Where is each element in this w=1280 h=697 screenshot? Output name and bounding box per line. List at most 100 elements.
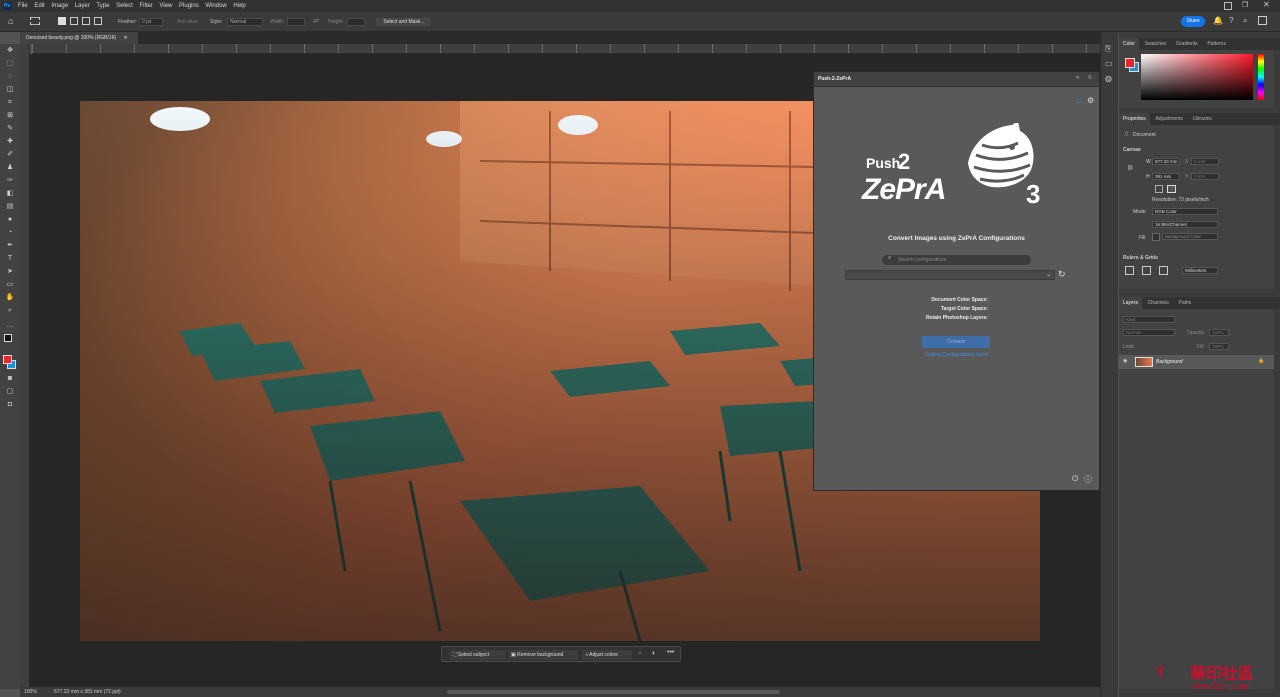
layer-kind-filter[interactable]: Kind — [1123, 316, 1175, 323]
layer-name[interactable]: Background — [1156, 359, 1183, 365]
canvas-section-header[interactable]: Canvas — [1123, 147, 1141, 153]
contrast-icon[interactable]: ◐ — [652, 650, 656, 657]
feather-input[interactable]: 0 px — [139, 18, 163, 26]
tab-libraries[interactable]: Libraries — [1189, 113, 1216, 125]
x-field[interactable]: 0 mm — [1191, 158, 1219, 165]
menu-select[interactable]: Select — [116, 0, 133, 12]
add-selection-icon[interactable] — [70, 17, 78, 25]
guides-icon[interactable] — [1159, 266, 1168, 275]
layer-row[interactable]: ◉ Background 🔒 — [1119, 355, 1274, 369]
search-configurations-input[interactable]: ⌕ Search configurations — [882, 255, 1031, 265]
bit-depth-select[interactable]: 16 Bits/Channel — [1152, 221, 1218, 228]
antialias-checkbox[interactable]: Anti-alias — [177, 19, 198, 25]
color-field[interactable] — [1141, 54, 1253, 100]
y-field[interactable]: 0 mm — [1191, 173, 1219, 180]
adjust-colors-button[interactable]: ◑ Adjust colors — [582, 650, 632, 660]
rectangle-tool-icon[interactable]: ▭ — [5, 280, 15, 290]
pen-tool-icon[interactable]: ✒ — [5, 241, 15, 251]
more-tools-icon[interactable]: … — [5, 321, 15, 331]
select-and-mask-button[interactable]: Select and Mask... — [376, 18, 430, 26]
select-subject-button[interactable]: ⛶ Select subject — [450, 650, 506, 660]
default-colors-icon[interactable] — [4, 334, 12, 342]
hand-tool-icon[interactable]: ✋ — [5, 293, 15, 303]
home-icon[interactable]: ⌂ — [8, 16, 13, 26]
style-select[interactable]: Normal — [227, 18, 263, 26]
hue-slider[interactable] — [1258, 54, 1264, 100]
height-input[interactable] — [347, 18, 365, 26]
fill-swatch[interactable] — [1152, 233, 1160, 241]
eraser-tool-icon[interactable]: ◧ — [5, 189, 15, 199]
zoom-level[interactable]: 100% — [24, 687, 37, 697]
collapse-icon[interactable]: » — [1076, 75, 1079, 81]
tab-gradients[interactable]: Gradients — [1172, 38, 1202, 50]
restore-icon[interactable]: ❐ — [1242, 1, 1248, 9]
portrait-orientation-icon[interactable] — [1155, 185, 1163, 193]
horizontal-scrollbar[interactable] — [447, 690, 780, 694]
color-foreground-swatch[interactable] — [1125, 58, 1135, 68]
rulers-grids-header[interactable]: Rulers & Grids — [1123, 255, 1158, 261]
power-icon[interactable]: ⏻ — [1072, 474, 1078, 484]
tab-layers[interactable]: Layers — [1119, 297, 1143, 309]
bell-icon[interactable]: 🔔 — [1213, 16, 1223, 25]
crop-tool-icon[interactable]: ⌗ — [5, 98, 15, 108]
convert-button[interactable]: Convert — [922, 336, 990, 348]
history-icon[interactable]: ⎘ — [1105, 44, 1111, 54]
history-brush-icon[interactable]: ✑ — [5, 176, 15, 186]
document-size-info[interactable]: 677.33 mm x 381 mm (72 ppi) — [54, 687, 121, 697]
marquee-icon[interactable] — [30, 17, 40, 25]
intersect-selection-icon[interactable] — [94, 17, 102, 25]
menu-image[interactable]: Image — [51, 0, 68, 12]
blend-mode-select[interactable]: Normal — [1123, 329, 1175, 336]
plugin-panel-icon[interactable]: ◍ — [1105, 74, 1112, 83]
home-icon[interactable]: ⌂ — [1076, 96, 1081, 105]
height-field[interactable]: 381 mm — [1152, 173, 1180, 180]
refresh-icon[interactable]: ↻ — [1058, 269, 1066, 280]
menu-layer[interactable]: Layer — [75, 0, 90, 12]
foreground-color-swatch[interactable] — [3, 355, 12, 364]
minimize-button[interactable] — [1224, 2, 1232, 10]
grid-icon[interactable] — [1142, 266, 1151, 275]
workspace-icon[interactable] — [1258, 16, 1267, 25]
fill-select[interactable]: Background Color — [1162, 233, 1218, 240]
wand-icon[interactable]: ⌕ — [638, 650, 642, 658]
artboard-icon[interactable]: ◘ — [5, 400, 15, 410]
tab-paths[interactable]: Paths — [1175, 297, 1196, 309]
visibility-eye-icon[interactable]: ◉ — [1123, 358, 1127, 364]
document-tab[interactable]: Denoised beauty.png @ 100% (RGB/16) ✕ — [20, 32, 138, 44]
dodge-tool-icon[interactable]: ◔ — [5, 228, 15, 238]
menu-filter[interactable]: Filter — [139, 0, 152, 12]
configuration-dropdown[interactable]: ⌄ — [845, 270, 1055, 280]
object-selection-icon[interactable]: ◫ — [5, 85, 15, 95]
blur-tool-icon[interactable]: ● — [5, 215, 15, 225]
stamp-tool-icon[interactable]: ♟ — [5, 163, 15, 173]
menu-view[interactable]: View — [159, 0, 172, 12]
menu-edit[interactable]: Edit — [34, 0, 44, 12]
units-select[interactable]: Millimeters — [1182, 267, 1218, 274]
comments-icon[interactable]: ▭ — [1105, 59, 1113, 68]
tab-patterns[interactable]: Patterns — [1203, 38, 1230, 50]
path-selection-icon[interactable]: ➤ — [5, 267, 15, 277]
tab-close-icon[interactable]: ✕ — [123, 35, 127, 41]
swap-icon[interactable]: ⇄ — [313, 17, 319, 25]
quick-mask-icon[interactable]: ◙ — [5, 374, 15, 384]
panel-menu-icon[interactable]: ≡ — [1088, 75, 1092, 81]
help-icon[interactable]: ? — [1229, 16, 1233, 25]
menu-help[interactable]: Help — [233, 0, 245, 12]
type-tool-icon[interactable]: T — [5, 254, 15, 264]
settings-icon[interactable]: ⚙ — [1087, 96, 1094, 105]
info-icon[interactable]: ⓘ — [1084, 474, 1092, 485]
menu-file[interactable]: File — [18, 0, 28, 12]
link-dimensions-icon[interactable]: ⛓ — [1127, 165, 1133, 171]
fill-opacity-field[interactable]: 100% — [1209, 343, 1229, 350]
more-options-icon[interactable]: ••• — [667, 649, 674, 656]
tab-adjustments[interactable]: Adjustments — [1151, 113, 1187, 125]
menu-plugins[interactable]: Plugins — [179, 0, 199, 12]
tab-color[interactable]: Color — [1119, 38, 1139, 50]
tab-properties[interactable]: Properties — [1119, 113, 1150, 125]
close-icon[interactable]: ✕ — [1263, 0, 1270, 9]
screen-mode-icon[interactable]: ▢ — [5, 387, 15, 397]
menu-type[interactable]: Type — [96, 0, 109, 12]
zoom-tool-icon[interactable]: ⌕ — [5, 306, 15, 316]
landscape-orientation-icon[interactable] — [1167, 185, 1176, 193]
mode-select[interactable]: RGB Color — [1152, 208, 1218, 215]
